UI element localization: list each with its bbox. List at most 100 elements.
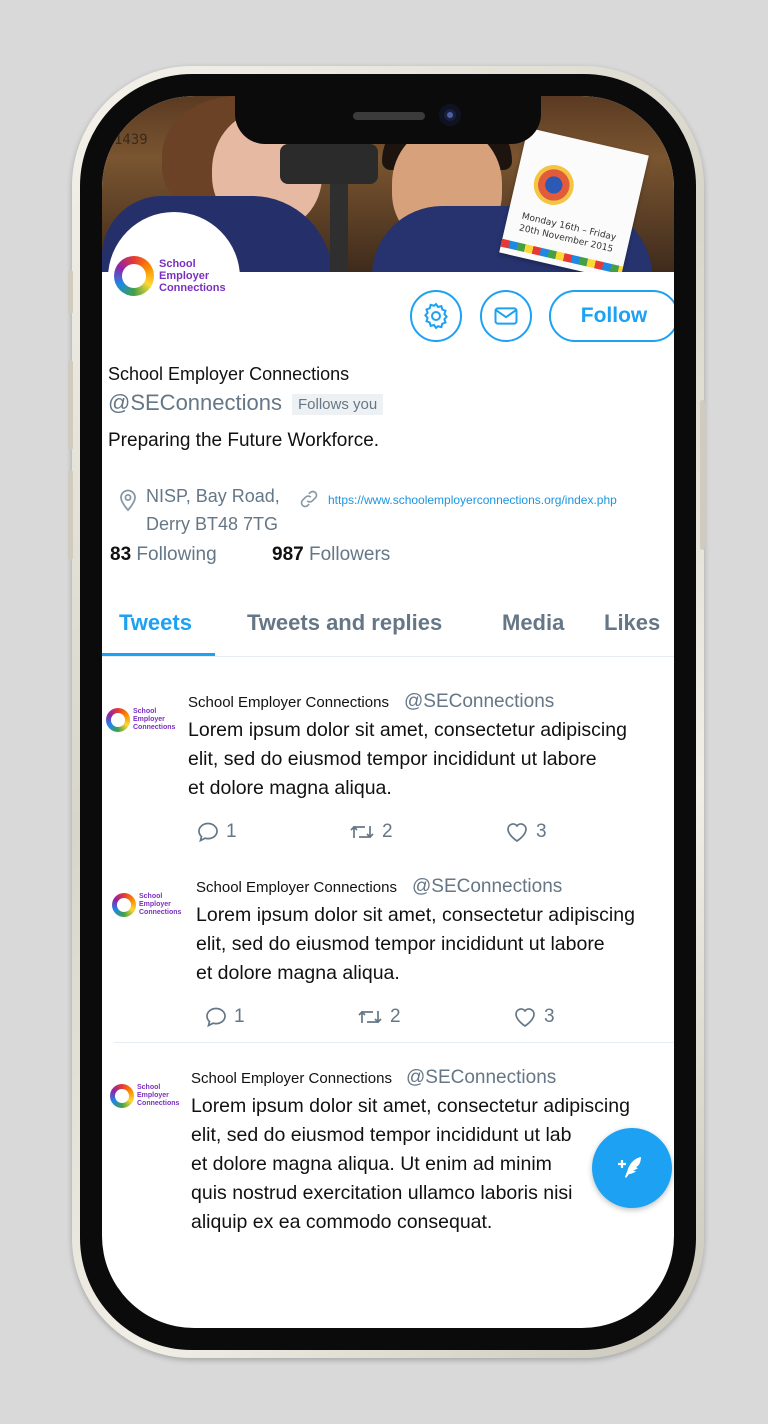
logo-line: Connections bbox=[133, 724, 176, 731]
banner-camera-prop bbox=[330, 184, 348, 272]
globe-icon bbox=[529, 160, 578, 209]
followers-label: Followers bbox=[308, 544, 391, 565]
tweet[interactable]: School Employer Connections School Emplo… bbox=[102, 686, 674, 856]
profile-name: School Employer Connections bbox=[108, 364, 350, 384]
following-stat[interactable]: 83 Following bbox=[110, 544, 217, 566]
tab-likes[interactable]: Likes bbox=[604, 610, 660, 636]
heart-icon bbox=[515, 1008, 535, 1028]
logo-text: School Employer Connections bbox=[159, 258, 226, 294]
profile-location: NISP, Bay Road, Derry BT48 7TG bbox=[146, 482, 280, 538]
retweet-icon bbox=[350, 825, 374, 839]
location-line: NISP, Bay Road, bbox=[146, 486, 280, 506]
tweet-author[interactable]: School Employer Connections bbox=[191, 1070, 392, 1087]
tweet-text-line: et dolore magna aliqua. bbox=[196, 962, 400, 984]
tweet-avatar[interactable]: School Employer Connections bbox=[112, 893, 181, 917]
tweet-handle[interactable]: @SEConnections bbox=[412, 876, 562, 898]
tab-tweets[interactable]: Tweets bbox=[119, 610, 192, 636]
reply-count: 1 bbox=[226, 821, 237, 842]
tweet-handle[interactable]: @SEConnections bbox=[404, 691, 554, 713]
retweet-count: 2 bbox=[382, 821, 393, 842]
tweet-text-line: elit, sed do eiusmod tempor incididunt u… bbox=[196, 933, 605, 955]
retweet-button[interactable]: 2 bbox=[348, 820, 393, 844]
logo-text: School Employer Connections bbox=[133, 708, 175, 732]
profile-website-link[interactable]: https://www.schoolemployerconnections.or… bbox=[328, 493, 617, 507]
reply-count: 1 bbox=[234, 1006, 245, 1027]
location-pin-icon bbox=[120, 489, 136, 512]
tweet-text-line: Lorem ipsum dolor sit amet, consectetur … bbox=[188, 719, 627, 741]
tweet-author[interactable]: School Employer Connections bbox=[188, 694, 389, 711]
like-count: 3 bbox=[536, 821, 547, 842]
tab-divider bbox=[102, 656, 674, 657]
profile-handle: @SEConnections bbox=[108, 390, 282, 415]
mail-icon bbox=[494, 307, 518, 325]
banner-flyer: Monday 16th – Friday 20th November 2015 bbox=[499, 127, 649, 272]
tweet-avatar[interactable]: School Employer Connections bbox=[106, 708, 175, 732]
tweet[interactable]: School Employer Connections School Emplo… bbox=[102, 1062, 674, 1242]
retweet-count: 2 bbox=[390, 1006, 401, 1027]
banner-wall-number: 1439 bbox=[114, 132, 148, 148]
logo-line: Employer bbox=[139, 901, 171, 908]
side-button bbox=[700, 400, 705, 550]
compose-tweet-button[interactable] bbox=[592, 1128, 672, 1208]
logo-line: Employer bbox=[133, 716, 165, 723]
location-line: Derry BT48 7TG bbox=[146, 514, 279, 534]
followers-count: 987 bbox=[272, 544, 304, 565]
reply-button[interactable]: 1 bbox=[196, 820, 237, 844]
logo-ring-icon bbox=[114, 256, 154, 296]
follows-you-badge: Follows you bbox=[292, 394, 384, 415]
following-count: 83 bbox=[110, 544, 132, 565]
logo-line: Employer bbox=[137, 1092, 169, 1099]
banner-camera-prop bbox=[280, 144, 378, 184]
tweet-text-line: elit, sed do eiusmod tempor incididunt u… bbox=[188, 748, 597, 770]
tweet-text-line: Lorem ipsum dolor sit amet, consectetur … bbox=[196, 904, 635, 926]
logo-text: School Employer Connections bbox=[137, 1084, 179, 1108]
followers-stat[interactable]: 987 Followers bbox=[272, 544, 390, 566]
side-button bbox=[68, 360, 73, 450]
reply-icon bbox=[198, 822, 218, 843]
logo-line: Connections bbox=[137, 1100, 180, 1107]
like-button[interactable]: 3 bbox=[512, 1005, 555, 1029]
side-button bbox=[68, 470, 73, 560]
logo-ring-icon bbox=[106, 708, 130, 732]
logo-line: School bbox=[137, 1084, 161, 1091]
tweet-text-line: Lorem ipsum dolor sit amet, consectetur … bbox=[191, 1095, 630, 1117]
tweet-text-line: aliquip ex ea commodo consequat. bbox=[191, 1211, 493, 1233]
profile-avatar-logo: School Employer Connections bbox=[114, 256, 226, 296]
logo-line: School bbox=[139, 893, 163, 900]
logo-text: School Employer Connections bbox=[139, 893, 181, 917]
tweet-text: Lorem ipsum dolor sit amet, consectetur … bbox=[196, 901, 674, 988]
logo-ring-icon bbox=[110, 1084, 134, 1108]
tab-tweets-and-replies[interactable]: Tweets and replies bbox=[247, 610, 442, 636]
tweet-handle[interactable]: @SEConnections bbox=[406, 1067, 556, 1089]
gear-icon bbox=[424, 302, 448, 330]
logo-line: School bbox=[133, 708, 157, 715]
logo-line: School bbox=[159, 258, 196, 270]
logo-ring-icon bbox=[112, 893, 136, 917]
phone-screen: 1439 Monday 16th – Friday 20th November … bbox=[102, 96, 674, 1328]
like-count: 3 bbox=[544, 1006, 555, 1027]
heart-icon bbox=[507, 823, 527, 843]
follow-button[interactable]: Follow bbox=[549, 290, 674, 342]
logo-line: Employer bbox=[159, 270, 210, 282]
reply-button[interactable]: 1 bbox=[204, 1005, 245, 1029]
retweet-icon bbox=[358, 1010, 382, 1024]
tweet-avatar[interactable]: School Employer Connections bbox=[110, 1084, 179, 1108]
tweet-author[interactable]: School Employer Connections bbox=[196, 879, 397, 896]
logo-line: Connections bbox=[159, 282, 226, 294]
tweet-text: Lorem ipsum dolor sit amet, consectetur … bbox=[188, 716, 674, 803]
following-label: Following bbox=[136, 544, 217, 565]
tweet[interactable]: School Employer Connections School Emplo… bbox=[102, 871, 674, 1041]
retweet-button[interactable]: 2 bbox=[356, 1005, 401, 1029]
link-icon bbox=[300, 490, 318, 508]
front-camera bbox=[439, 104, 461, 126]
compose-tweet-icon bbox=[618, 1157, 641, 1178]
tweet-text-line: et dolore magna aliqua. bbox=[188, 777, 392, 799]
tab-media[interactable]: Media bbox=[502, 610, 564, 636]
like-button[interactable]: 3 bbox=[504, 820, 547, 844]
message-button[interactable] bbox=[480, 290, 532, 342]
tweet-divider bbox=[114, 1042, 674, 1043]
notch bbox=[235, 96, 541, 144]
side-button bbox=[68, 270, 73, 314]
settings-button[interactable] bbox=[410, 290, 462, 342]
logo-line: Connections bbox=[139, 909, 182, 916]
